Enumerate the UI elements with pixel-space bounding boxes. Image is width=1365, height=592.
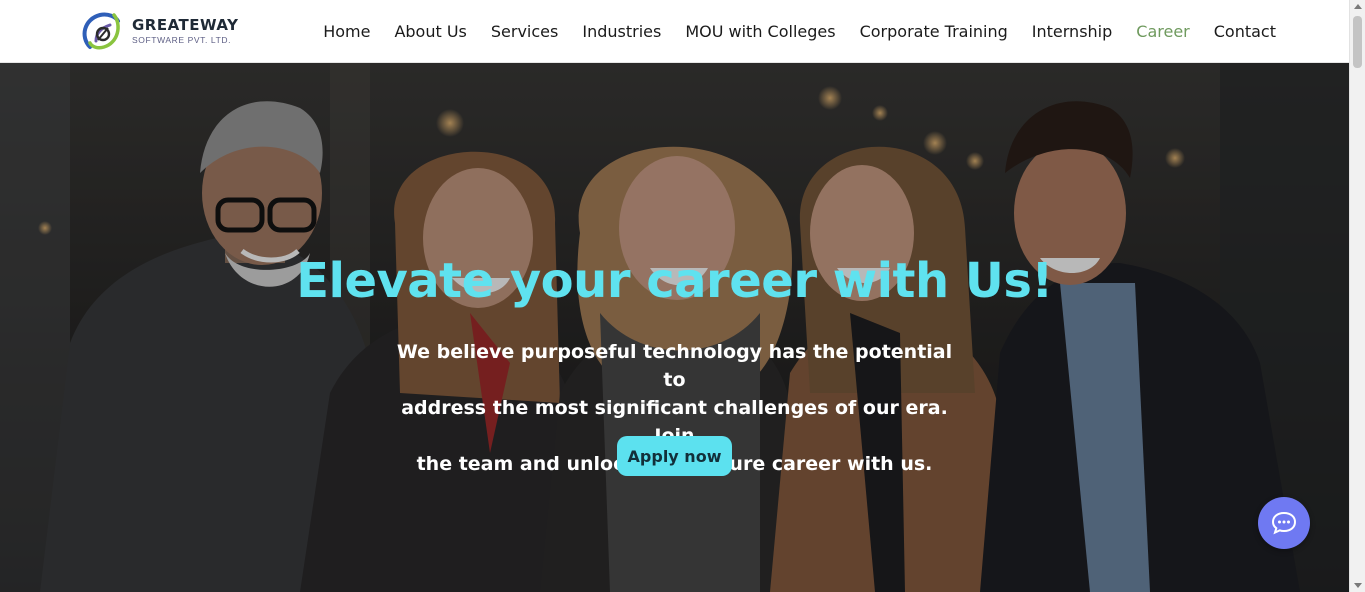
nav-item-home[interactable]: Home [323, 22, 370, 41]
hero-description-line: We believe purposeful technology has the… [396, 341, 953, 391]
hero-overlay [0, 63, 1349, 592]
nav-item-about-us[interactable]: About Us [394, 22, 466, 41]
scroll-thumb[interactable] [1353, 16, 1362, 68]
logo-mark-icon [82, 12, 120, 50]
hero-title: Elevate your career with Us! [296, 253, 1053, 309]
main-nav: Home About Us Services Industries MOU wi… [299, 0, 1276, 63]
logo-text: GREATEWAY SOFTWARE PVT. LTD. [132, 15, 239, 45]
chat-button[interactable] [1258, 497, 1310, 549]
apply-now-button[interactable]: Apply now [617, 436, 732, 476]
nav-item-industries[interactable]: Industries [582, 22, 661, 41]
page-scrollbar[interactable] [1349, 0, 1365, 592]
logo-subtitle: SOFTWARE PVT. LTD. [132, 34, 232, 45]
logo[interactable]: GREATEWAY SOFTWARE PVT. LTD. [78, 6, 248, 56]
nav-item-career[interactable]: Career [1136, 22, 1189, 41]
logo-name: GREATEWAY [132, 15, 239, 34]
nav-item-internship[interactable]: Internship [1032, 22, 1113, 41]
nav-item-contact[interactable]: Contact [1214, 22, 1276, 41]
nav-item-mou-with-colleges[interactable]: MOU with Colleges [685, 22, 835, 41]
chat-bubble-icon [1271, 511, 1297, 535]
scroll-down-arrow-icon[interactable] [1354, 583, 1362, 588]
site-header: GREATEWAY SOFTWARE PVT. LTD. Home About … [0, 0, 1349, 63]
hero-section: Elevate your career with Us! We believe … [0, 63, 1349, 592]
nav-item-corporate-training[interactable]: Corporate Training [860, 22, 1008, 41]
scroll-up-arrow-icon[interactable] [1354, 4, 1362, 9]
nav-item-services[interactable]: Services [491, 22, 558, 41]
